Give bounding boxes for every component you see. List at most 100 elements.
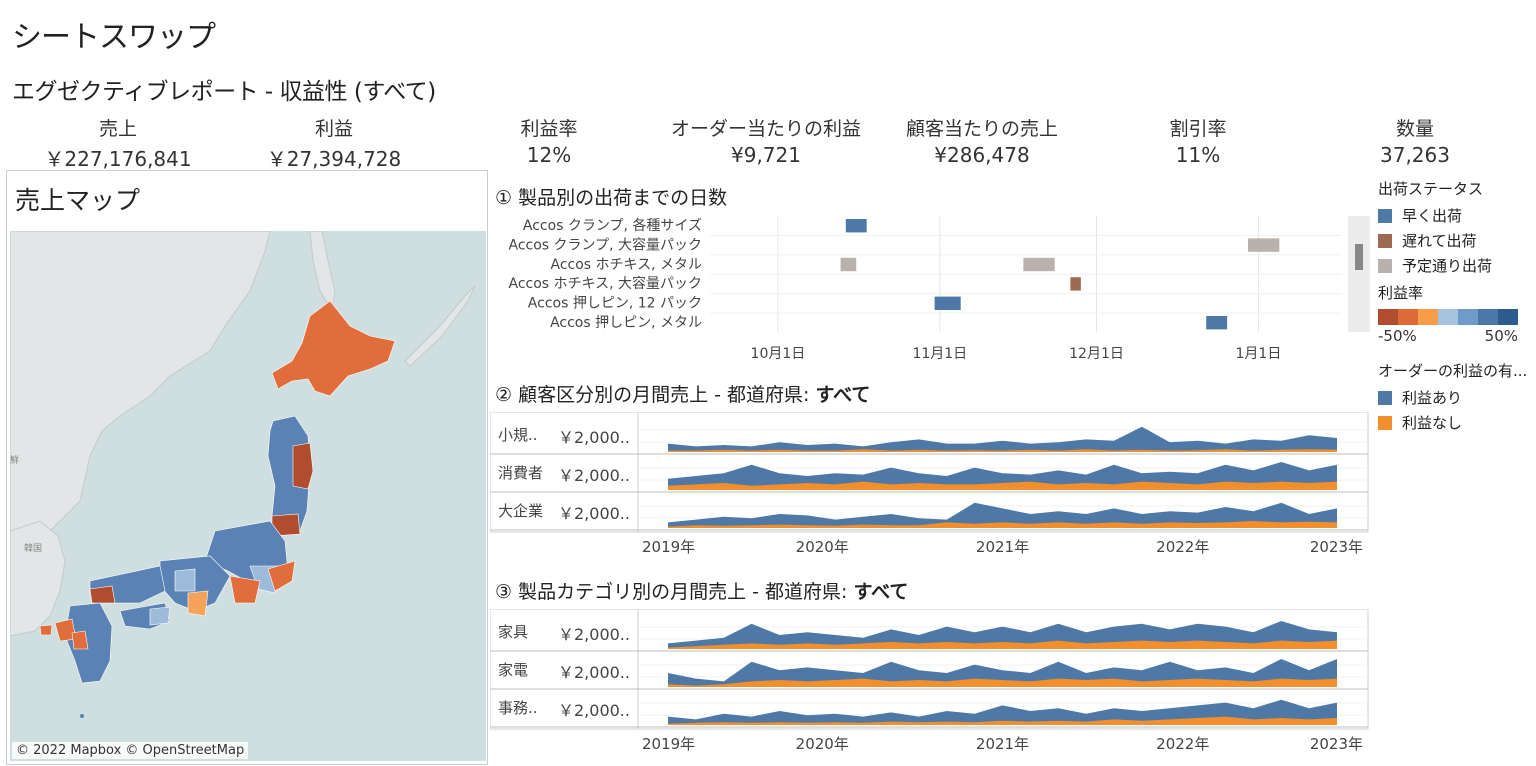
gantt-row-label[interactable]: Accos クランプ, 各種サイズ <box>523 218 702 234</box>
region-kyoto[interactable] <box>174 568 196 592</box>
kpi-value: ¥286,478 <box>934 143 1030 167</box>
margin-ramp-step <box>1498 309 1518 325</box>
panel-axis-value: ￥2,000.. <box>558 428 630 447</box>
year-tick-label: 2021年 <box>976 735 1029 753</box>
region-shizuoka[interactable] <box>229 575 261 604</box>
gantt-scrollbar-thumb[interactable] <box>1355 244 1363 270</box>
map-title: 売上マップ <box>15 186 141 215</box>
kpi-value: ¥9,721 <box>731 143 801 167</box>
kpi-label: 割引率 <box>1169 118 1227 140</box>
legend-title: 利益率 <box>1378 284 1424 302</box>
year-tick-label: 2020年 <box>796 735 849 753</box>
gantt-scrollbar-track[interactable] <box>1348 216 1370 332</box>
gantt-row-label[interactable]: Accos 押しピン, メタル <box>550 315 702 331</box>
panel-row-label[interactable]: 家電 <box>498 661 528 679</box>
legend-item-profit[interactable]: 利益あり <box>1378 387 1528 408</box>
gantt-tick-label: 10月1日 <box>751 346 806 362</box>
legend-item-early[interactable]: 早く出荷 <box>1378 205 1528 226</box>
kpi-value: 11% <box>1175 143 1221 167</box>
region-mie[interactable] <box>187 590 209 617</box>
legend-item-late[interactable]: 遅れて出荷 <box>1378 230 1528 251</box>
gantt-bar[interactable] <box>1070 277 1081 291</box>
margin-max-label: 50% <box>1484 327 1518 345</box>
gantt-bar[interactable] <box>840 257 857 272</box>
panel-axis-value: ￥2,000.. <box>558 504 630 523</box>
gantt-row-label[interactable]: Accos ホチキス, 大容量パック <box>508 275 702 292</box>
kpi-margin: 利益率 12% <box>449 114 649 167</box>
year-tick-label: 2021年 <box>976 538 1029 556</box>
kpi-label: 利益率 <box>520 118 578 140</box>
dashboard-subtitle: エグゼクティブレポート - 収益性 (すべて) <box>12 79 436 105</box>
kpi-value: 37,263 <box>1380 143 1450 167</box>
kpi-discount: 割引率 11% <box>1098 114 1298 167</box>
panel-row-label[interactable]: 消費者 <box>498 464 543 482</box>
legend-label: 早く出荷 <box>1402 207 1463 225</box>
korea-label: 韓国 <box>24 543 42 554</box>
gantt-row-label[interactable]: Accos クランプ, 大容量パック <box>508 236 702 253</box>
kpi-label: 利益 <box>314 118 353 140</box>
panel-axis-value: ￥2,000.. <box>558 701 630 720</box>
margin-ramp-step <box>1398 309 1418 325</box>
gantt-row-label[interactable]: Accos 押しピン, 12 パック <box>528 296 702 312</box>
gantt-bar[interactable] <box>1023 257 1055 272</box>
gantt-tick-label: 12月1日 <box>1069 346 1124 362</box>
legend-swatch <box>1378 233 1392 248</box>
legend-item-ontime[interactable]: 予定通り出荷 <box>1378 255 1528 276</box>
shipping-gantt-chart[interactable]: 10月1日 11月1日 12月1日 1月1日 Accos クランプ, 各種サイズ Acco… <box>492 212 1372 367</box>
gantt-bar[interactable] <box>1206 316 1228 330</box>
margin-min-label: -50% <box>1378 327 1417 345</box>
region-iwate[interactable] <box>292 442 314 490</box>
panel-row-label[interactable]: 事務.. <box>498 699 538 717</box>
category-area-chart[interactable]: 家具 ￥2,000.. 家電 ￥2,000.. 事務.. ￥2,000.. 2019年 202… <box>490 609 1370 759</box>
panel-axis-value: ￥2,000.. <box>558 466 630 485</box>
year-tick-label: 2023年 <box>1310 735 1363 753</box>
gantt-bar[interactable] <box>1247 238 1280 252</box>
legend-shipping-status: 出荷ステータス 早く出荷 遅れて出荷 予定通り出荷 <box>1378 178 1528 276</box>
kpi-value: ￥27,394,728 <box>266 147 402 171</box>
legend-order-profit: オーダーの利益の有... 利益あり 利益なし <box>1378 360 1528 433</box>
region-saga[interactable] <box>71 630 89 650</box>
year-tick-label: 2022年 <box>1156 735 1209 753</box>
kpi-sales: 売上 ￥227,176,841 <box>18 114 218 172</box>
gantt-tick-label: 1月1日 <box>1236 346 1282 362</box>
segment-title-prefix: ② 顧客区分別の月間売上 - 都道府県: <box>495 384 816 406</box>
kpi-label: 売上 <box>98 118 137 140</box>
region-yamaguchi[interactable] <box>89 585 116 604</box>
map-attribution[interactable]: © 2022 Mapbox © OpenStreetMap <box>12 742 249 759</box>
legend-swatch <box>1378 258 1392 273</box>
panel-row-label[interactable]: 大企業 <box>498 502 543 520</box>
region-kochi[interactable] <box>149 606 171 626</box>
legend-swatch <box>1378 390 1392 405</box>
segment-title-bold: すべて <box>815 384 871 406</box>
legend-item-loss[interactable]: 利益なし <box>1378 412 1528 433</box>
margin-ramp-step <box>1438 309 1458 325</box>
gantt-tick-label: 11月1日 <box>912 346 967 362</box>
kpi-label: オーダー当たりの利益 <box>670 118 861 140</box>
legend-label: 予定通り出荷 <box>1402 257 1493 275</box>
kpi-value: ￥227,176,841 <box>44 147 192 171</box>
kpi-quantity: 数量 37,263 <box>1315 114 1515 167</box>
panel-row-label[interactable]: 家具 <box>498 623 528 641</box>
gantt-bar[interactable] <box>934 296 961 310</box>
sales-map-panel[interactable]: 売上マップ 韓国 鮮 © 2022 Mapbox © OpenStreetMap <box>6 170 488 765</box>
panel-axis-value: ￥2,000.. <box>558 663 630 682</box>
segment-area-chart[interactable]: 小規.. ￥2,000.. 消費者 ￥2,000.. 大企業 ￥2,000.. 2019年 2… <box>490 412 1370 562</box>
region-goto[interactable] <box>39 624 53 636</box>
margin-color-ramp[interactable] <box>1378 309 1518 325</box>
category-title-prefix: ③ 製品カテゴリ別の月間売上 - 都道府県: <box>495 581 854 603</box>
region-islands[interactable] <box>80 714 84 718</box>
dashboard-title: シートスワップ <box>12 20 216 55</box>
margin-ramp-step <box>1458 309 1478 325</box>
margin-ramp-step <box>1478 309 1498 325</box>
japan-map[interactable]: 韓国 鮮 <box>10 231 486 761</box>
korea-north-label: 鮮 <box>10 454 19 466</box>
panel-row-label[interactable]: 小規.. <box>498 426 538 444</box>
gantt-row-label[interactable]: Accos ホチキス, メタル <box>550 257 702 273</box>
year-tick-label: 2019年 <box>642 735 695 753</box>
kpi-label: 数量 <box>1395 118 1434 140</box>
gantt-bar[interactable] <box>845 219 867 233</box>
margin-ramp-step <box>1378 309 1398 325</box>
legend-label: 遅れて出荷 <box>1402 232 1477 250</box>
map-canvas[interactable]: 韓国 鮮 © 2022 Mapbox © OpenStreetMap <box>10 231 486 761</box>
legend-label: 利益あり <box>1402 389 1463 407</box>
